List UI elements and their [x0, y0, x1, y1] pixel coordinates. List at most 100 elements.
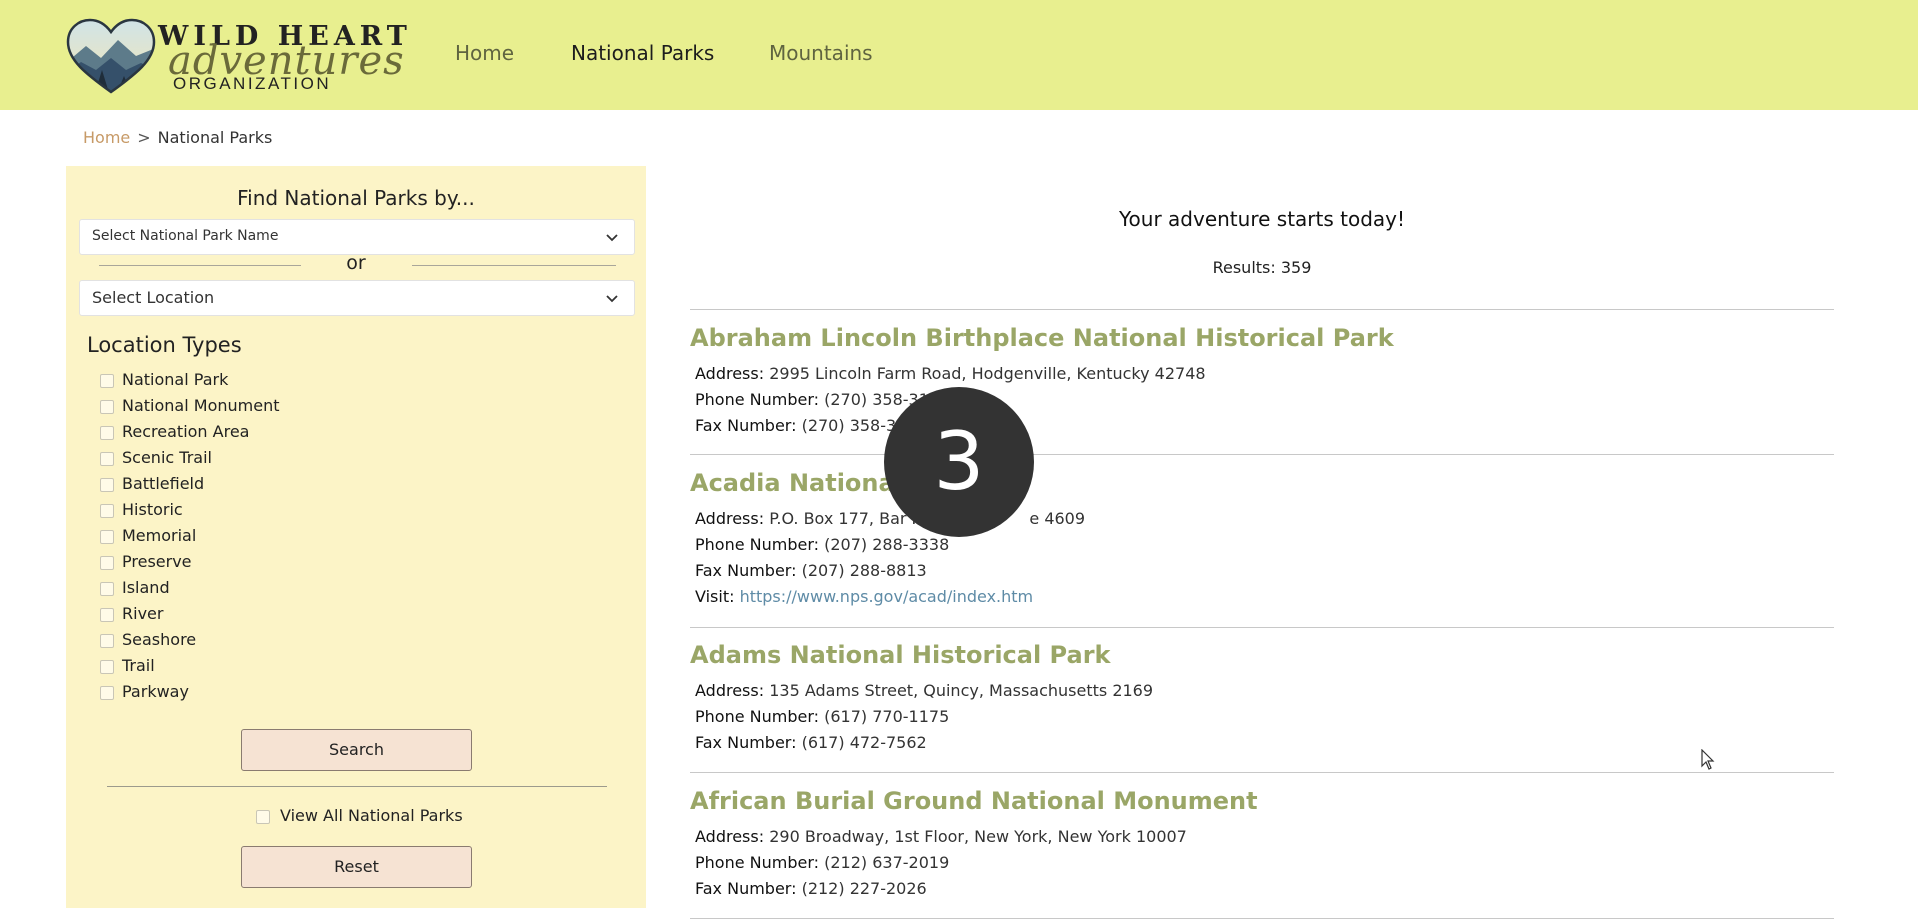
park-fax: Fax Number: (617) 472-7562 — [695, 733, 927, 752]
park-phone: Phone Number: (212) 637-2019 — [695, 853, 949, 872]
fax-label: Fax Number: — [695, 416, 797, 435]
phone-label: Phone Number: — [695, 535, 820, 554]
fax-label: Fax Number: — [695, 561, 797, 580]
results-tagline: Your adventure starts today! — [1118, 207, 1406, 231]
or-divider-right — [412, 265, 616, 266]
visit-link[interactable]: https://www.nps.gov/acad/index.htm — [740, 587, 1034, 606]
phone-value: (207) 288-3338 — [824, 535, 950, 554]
address-value: 135 Adams Street, Quincy, Massachusetts … — [769, 681, 1154, 700]
park-address: Address: P.O. Box 177, Bar Ha e 4609 — [695, 509, 1085, 528]
chevron-down-icon — [606, 234, 618, 242]
checkbox[interactable] — [100, 452, 114, 466]
address-label: Address: — [695, 827, 765, 846]
sidebar-divider — [107, 786, 607, 787]
phone-value: (617) 770-1175 — [824, 707, 950, 726]
checkbox[interactable] — [100, 556, 114, 570]
nav-link-home[interactable]: Home — [455, 41, 514, 65]
park-title-abraham-lincoln[interactable]: Abraham Lincoln Birthplace National Hist… — [690, 324, 1394, 352]
checkbox[interactable] — [100, 634, 114, 648]
result-divider — [690, 918, 1834, 919]
park-visit: Visit: https://www.nps.gov/acad/index.ht… — [695, 587, 1033, 606]
address-label: Address: — [695, 364, 765, 383]
or-text: or — [346, 252, 366, 274]
phone-label: Phone Number: — [695, 853, 820, 872]
nav-link-mountains[interactable]: Mountains — [769, 41, 873, 65]
checkbox[interactable] — [100, 426, 114, 440]
breadcrumb: Home > National Parks — [83, 128, 272, 147]
fax-value: (207) 288-8813 — [801, 561, 927, 580]
address-value: 290 Broadway, 1st Floor, New York, New Y… — [769, 827, 1187, 846]
logo-text-organization: ORGANIZATION — [173, 74, 332, 93]
checkbox-label: Trail — [122, 656, 155, 675]
park-name-select-value: Select National Park Name — [92, 228, 279, 244]
heart-mountain-logo-icon — [66, 18, 156, 94]
checkbox-label: National Monument — [122, 396, 280, 415]
result-divider — [690, 772, 1834, 773]
checkbox[interactable] — [100, 374, 114, 388]
sidebar-title: Find National Parks by... — [237, 186, 475, 210]
visit-label: Visit: — [695, 587, 735, 606]
site-logo[interactable]: WILD HEART adventures ORGANIZATION — [66, 18, 407, 96]
checkbox-label: Seashore — [122, 630, 197, 649]
park-phone: Phone Number: (207) 288-3338 — [695, 535, 949, 554]
checkbox-label: Battlefield — [122, 474, 205, 493]
breadcrumb-home-link[interactable]: Home — [83, 128, 130, 147]
checkbox[interactable] — [100, 686, 114, 700]
chevron-down-icon — [606, 295, 618, 303]
checkbox[interactable] — [100, 478, 114, 492]
park-address: Address: 2995 Lincoln Farm Road, Hodgenv… — [695, 364, 1206, 383]
checkbox-label: Memorial — [122, 526, 197, 545]
park-fax: Fax Number: (212) 227-2026 — [695, 879, 927, 898]
checkbox-label: Historic — [122, 500, 183, 519]
checkbox[interactable] — [100, 608, 114, 622]
nav-link-national-parks[interactable]: National Parks — [571, 41, 714, 65]
park-name-select[interactable]: Select National Park Name — [79, 219, 635, 255]
park-title-adams[interactable]: Adams National Historical Park — [690, 641, 1111, 669]
mouse-cursor-icon — [1701, 749, 1715, 770]
checkbox[interactable] — [100, 400, 114, 414]
checkbox-label: Preserve — [122, 552, 192, 571]
checkbox-label: Island — [122, 578, 170, 597]
park-phone: Phone Number: (617) 770-1175 — [695, 707, 949, 726]
location-select-value: Select Location — [92, 288, 215, 307]
address-label: Address: — [695, 509, 765, 528]
fax-value: (617) 472-7562 — [801, 733, 927, 752]
fax-value: (270) 358-3 — [801, 416, 897, 435]
checkbox[interactable] — [100, 582, 114, 596]
phone-label: Phone Number: — [695, 707, 820, 726]
step-number-badge: 3 — [884, 387, 1034, 537]
fax-label: Fax Number: — [695, 733, 797, 752]
checkbox-label: Recreation Area — [122, 422, 250, 441]
checkbox-label: River — [122, 604, 164, 623]
phone-label: Phone Number: — [695, 390, 820, 409]
checkbox-label: Parkway — [122, 682, 189, 701]
breadcrumb-current: National Parks — [157, 128, 273, 147]
results-count: Results: 359 — [1212, 258, 1312, 277]
park-phone: Phone Number: (270) 358-31 — [695, 390, 929, 409]
park-title-african-burial-ground[interactable]: African Burial Ground National Monument — [690, 787, 1258, 815]
result-divider — [690, 309, 1834, 310]
location-types-title: Location Types — [87, 333, 242, 357]
phone-value: (212) 637-2019 — [824, 853, 950, 872]
view-all-label: View All National Parks — [280, 806, 463, 825]
checkbox[interactable] — [100, 530, 114, 544]
fax-value: (212) 227-2026 — [801, 879, 927, 898]
park-fax: Fax Number: (207) 288-8813 — [695, 561, 927, 580]
park-title-acadia[interactable]: Acadia National — [690, 469, 903, 497]
reset-button[interactable]: Reset — [241, 846, 472, 888]
view-all-checkbox[interactable] — [256, 810, 270, 824]
address-label: Address: — [695, 681, 765, 700]
checkbox[interactable] — [100, 660, 114, 674]
fax-label: Fax Number: — [695, 879, 797, 898]
park-address: Address: 135 Adams Street, Quincy, Massa… — [695, 681, 1153, 700]
address-value: 2995 Lincoln Farm Road, Hodgenville, Ken… — [769, 364, 1206, 383]
address-value-tail: e 4609 — [1029, 509, 1086, 528]
site-header: WILD HEART adventures ORGANIZATION Home … — [0, 0, 1918, 110]
checkbox[interactable] — [100, 504, 114, 518]
checkbox-label: Scenic Trail — [122, 448, 212, 467]
location-select[interactable]: Select Location — [79, 280, 635, 316]
checkbox-label: National Park — [122, 370, 229, 389]
result-divider — [690, 627, 1834, 628]
search-button[interactable]: Search — [241, 729, 472, 771]
breadcrumb-separator: > — [137, 128, 151, 147]
